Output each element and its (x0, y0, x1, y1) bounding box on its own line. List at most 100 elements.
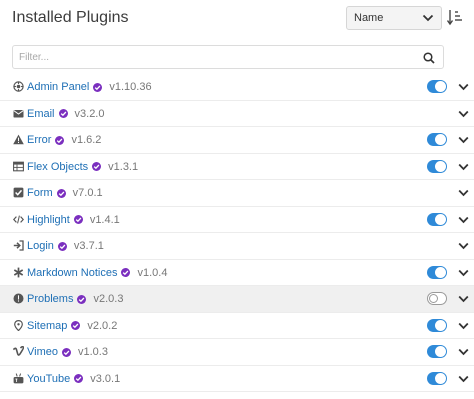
chevron-down-icon[interactable] (458, 189, 469, 197)
enable-toggle[interactable] (427, 133, 447, 146)
plugin-row[interactable]: Form v7.0.1 (0, 180, 474, 207)
sort-select[interactable]: Name (346, 6, 442, 30)
plugin-name-group: Error v1.6.2 (27, 134, 101, 146)
chevron-down-icon[interactable] (458, 83, 469, 91)
toggle-knob (429, 294, 438, 303)
plugin-name-link[interactable]: Email (27, 108, 55, 120)
sort-select-value: Name (354, 12, 384, 24)
header: Installed Plugins Name (0, 0, 474, 40)
verified-badge-icon (71, 321, 81, 330)
plugin-version: v3.2.0 (74, 107, 105, 120)
plugin-name-link[interactable]: Error (27, 134, 51, 146)
toggle-knob (435, 319, 446, 331)
plugin-row[interactable]: Sitemap v2.0.2 (0, 313, 474, 339)
plugin-name-group: Email v3.2.0 (27, 108, 104, 120)
envelope-icon (13, 109, 24, 117)
verified-badge-icon (55, 135, 65, 145)
toggle-knob (435, 160, 446, 172)
enable-toggle[interactable] (427, 318, 447, 332)
plugin-row[interactable]: YouTube v3.0.1 (0, 366, 474, 392)
plugin-row[interactable]: Markdown Notices v1.0.4 (0, 260, 474, 286)
plugin-row[interactable]: Admin Panel v1.10.36 (0, 74, 474, 101)
toggle-knob (435, 134, 446, 145)
chevron-down-icon[interactable] (458, 295, 469, 303)
plugin-name-link[interactable]: Admin Panel (27, 81, 89, 93)
chevron-down-icon[interactable] (458, 216, 469, 224)
verified-badge-icon (93, 82, 103, 92)
verified-badge-icon (58, 109, 68, 118)
enable-toggle[interactable] (427, 212, 447, 226)
enable-toggle[interactable] (427, 265, 447, 279)
plugin-name-link[interactable]: Markdown Notices (27, 267, 117, 279)
plugin-version: v1.0.4 (137, 266, 168, 279)
plugin-name-link[interactable]: Sitemap (27, 320, 67, 332)
chevron-down-icon[interactable] (458, 163, 469, 171)
chevron-down-icon[interactable] (458, 110, 469, 118)
toggle-knob (435, 81, 446, 92)
toggle-knob (435, 266, 446, 278)
table-icon (13, 161, 24, 171)
chevron-down-icon[interactable] (458, 375, 469, 383)
asterisk-icon (13, 267, 24, 277)
plugin-name-group: Login v3.7.1 (27, 240, 104, 252)
enable-toggle[interactable] (427, 80, 447, 93)
plugin-name-link[interactable]: Flex Objects (27, 161, 88, 173)
plugin-name-group: Sitemap v2.0.2 (27, 320, 117, 332)
verified-badge-icon (74, 374, 84, 383)
verified-badge-icon (73, 215, 83, 224)
verified-badge-icon (57, 241, 67, 251)
enable-toggle[interactable] (427, 292, 447, 305)
plugin-version: v1.0.3 (77, 346, 108, 358)
plugin-name-group: Admin Panel v1.10.36 (27, 81, 152, 93)
vimeo-icon (13, 346, 24, 356)
enable-toggle[interactable] (427, 345, 447, 358)
plugin-version: v1.4.1 (89, 213, 120, 226)
sign-in-icon (13, 240, 24, 251)
plugin-row[interactable]: Problems v2.0.3 (0, 286, 474, 313)
verified-badge-icon (56, 188, 66, 198)
youtube-icon (13, 372, 24, 383)
plugin-name-link[interactable]: YouTube (27, 373, 70, 385)
plugin-row[interactable]: Highlight v1.4.1 (0, 207, 474, 233)
plugin-name-group: Form v7.0.1 (27, 187, 103, 199)
chevron-down-icon[interactable] (458, 242, 469, 250)
chevron-down-icon (422, 14, 434, 22)
chevron-down-icon[interactable] (458, 322, 469, 330)
chevron-down-icon[interactable] (458, 136, 469, 144)
enable-toggle[interactable] (427, 371, 447, 385)
search-icon[interactable] (423, 52, 435, 64)
plugin-row[interactable]: Flex Objects v1.3.1 (0, 154, 474, 180)
plugin-name-link[interactable]: Login (27, 240, 54, 252)
plugin-name-link[interactable]: Problems (27, 293, 73, 305)
plugin-name-link[interactable]: Highlight (27, 214, 70, 226)
toggle-knob (435, 346, 446, 357)
toggle-knob (435, 213, 446, 225)
plugin-row[interactable]: Error v1.6.2 (0, 127, 474, 154)
plugin-name-link[interactable]: Vimeo (27, 346, 58, 358)
plugin-version: v2.0.3 (93, 293, 124, 305)
plugin-name-link[interactable]: Form (27, 187, 53, 199)
sort-direction-icon[interactable] (447, 8, 463, 26)
map-marker-icon (14, 319, 23, 331)
plugin-list: Admin Panel v1.10.36 Email v3.2.0 Error v1.6.… (0, 74, 474, 392)
filter-input[interactable] (19, 49, 409, 65)
warning-icon (13, 134, 24, 145)
plugin-row[interactable]: Email v3.2.0 (0, 101, 474, 127)
plugin-version: v7.0.1 (72, 187, 103, 199)
chevron-down-icon[interactable] (458, 269, 469, 277)
plugin-name-group: Flex Objects v1.3.1 (27, 161, 138, 173)
exclamation-icon (13, 293, 24, 304)
plugin-row[interactable]: Vimeo v1.0.3 (0, 339, 474, 366)
filter-field[interactable] (12, 45, 444, 69)
enable-toggle[interactable] (427, 159, 447, 173)
plugin-name-group: YouTube v3.0.1 (27, 373, 120, 385)
verified-badge-icon (61, 347, 71, 357)
page-title: Installed Plugins (12, 9, 129, 26)
plugin-version: v1.10.36 (109, 81, 152, 93)
chevron-down-icon[interactable] (458, 348, 469, 356)
plugin-name-group: Problems v2.0.3 (27, 293, 123, 305)
plugin-name-group: Highlight v1.4.1 (27, 214, 120, 226)
verified-badge-icon (77, 294, 87, 304)
plugin-name-group: Vimeo v1.0.3 (27, 346, 108, 358)
plugin-row[interactable]: Login v3.7.1 (0, 233, 474, 260)
